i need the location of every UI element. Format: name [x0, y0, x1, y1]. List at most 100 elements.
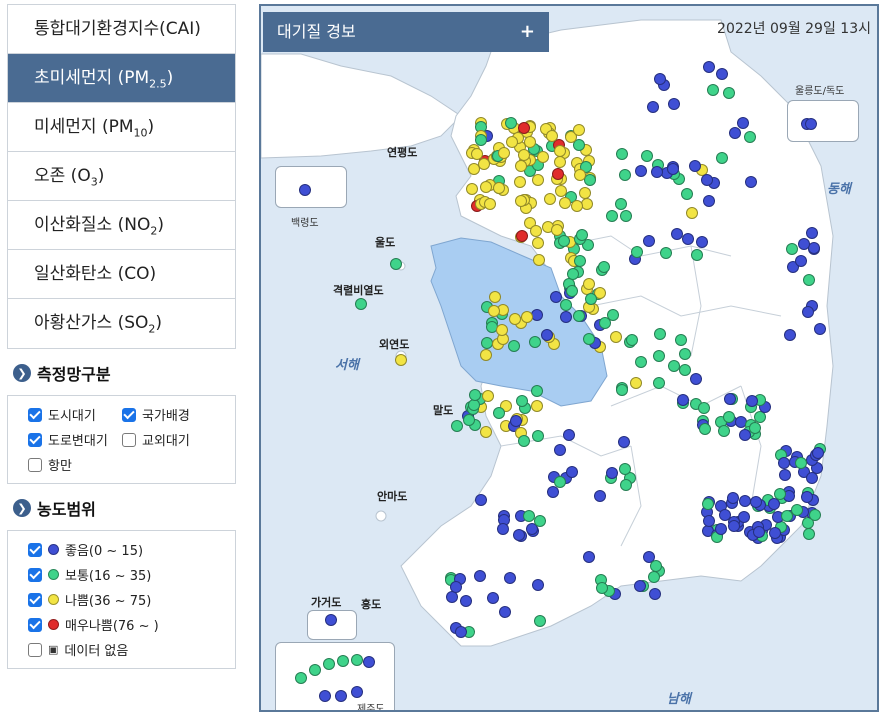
network-option-suburban[interactable]: 교외대기 [122, 427, 190, 452]
station-marker[interactable] [728, 519, 741, 532]
station-marker[interactable] [715, 68, 728, 81]
station-marker[interactable] [351, 654, 363, 666]
station-marker[interactable] [462, 414, 475, 427]
checkbox-checked[interactable] [28, 617, 42, 632]
range-option-good[interactable]: 좋음(0 ~ 15) [28, 537, 235, 562]
station-marker[interactable] [565, 284, 578, 297]
station-marker[interactable] [325, 614, 337, 626]
station-marker[interactable] [688, 159, 701, 172]
station-marker[interactable] [560, 310, 573, 323]
station-marker[interactable] [553, 444, 566, 456]
station-marker[interactable] [722, 86, 735, 99]
station-marker[interactable] [808, 508, 821, 521]
inset-ulleungdo[interactable] [787, 100, 859, 142]
station-marker[interactable] [619, 209, 632, 222]
station-marker[interactable] [606, 209, 619, 222]
station-marker[interactable] [715, 151, 728, 164]
air-quality-map[interactable]: 대기질 경보 + 2022년 09월 29일 13시 백령도 울릉도/독도 제주… [259, 4, 879, 712]
station-marker[interactable] [695, 236, 708, 249]
station-marker[interactable] [702, 497, 714, 510]
station-marker[interactable] [524, 135, 537, 148]
station-marker[interactable] [678, 363, 691, 376]
station-marker[interactable] [529, 224, 542, 237]
station-marker[interactable] [653, 328, 666, 341]
station-marker[interactable] [513, 528, 526, 541]
station-marker[interactable] [319, 690, 331, 702]
station-marker[interactable] [533, 514, 546, 527]
station-marker[interactable] [795, 456, 808, 469]
station-marker[interactable] [769, 526, 782, 539]
station-marker[interactable] [576, 228, 589, 241]
station-marker[interactable] [480, 180, 493, 193]
checkbox-checked[interactable] [28, 407, 42, 422]
station-marker[interactable] [615, 147, 628, 160]
station-marker[interactable] [723, 392, 736, 405]
station-marker[interactable] [671, 227, 684, 240]
menu-pm25[interactable]: 초미세먼지 (PM2.5) [8, 54, 235, 103]
station-marker[interactable] [578, 187, 591, 200]
station-marker[interactable] [752, 525, 765, 538]
station-marker[interactable] [803, 273, 816, 286]
menu-cai[interactable]: 통합대기환경지수(CAI) [8, 5, 235, 54]
station-marker[interactable] [553, 156, 566, 169]
station-marker[interactable] [805, 471, 818, 484]
checkbox-checked[interactable] [28, 567, 42, 582]
station-marker[interactable] [531, 237, 544, 250]
station-marker[interactable] [469, 388, 482, 401]
station-marker[interactable] [667, 97, 680, 110]
station-marker[interactable] [701, 173, 714, 186]
station-marker[interactable] [529, 335, 542, 348]
station-marker[interactable] [706, 84, 719, 97]
station-marker[interactable] [530, 385, 543, 398]
station-marker[interactable] [744, 176, 757, 189]
menu-so2[interactable]: 아황산가스 (SO2) [8, 299, 235, 348]
station-marker[interactable] [811, 446, 824, 459]
station-marker[interactable] [631, 245, 644, 258]
station-marker[interactable] [619, 478, 632, 491]
station-marker[interactable] [486, 592, 499, 605]
station-marker[interactable] [335, 690, 347, 702]
station-marker[interactable] [532, 254, 545, 267]
range-option-normal[interactable]: 보통(16 ~ 35) [28, 562, 235, 587]
station-marker[interactable] [551, 167, 564, 180]
station-marker[interactable] [584, 292, 597, 305]
station-marker[interactable] [785, 242, 798, 255]
station-marker[interactable] [449, 580, 462, 593]
station-marker[interactable] [593, 489, 606, 502]
checkbox-checked[interactable] [122, 407, 136, 422]
station-marker[interactable] [531, 173, 544, 186]
station-marker[interactable] [618, 435, 631, 448]
station-marker[interactable] [677, 393, 690, 406]
plus-icon[interactable]: + [520, 12, 535, 52]
station-marker[interactable] [390, 258, 402, 270]
station-marker[interactable] [689, 373, 702, 386]
range-option-no-data[interactable]: ▣ 데이터 없음 [28, 637, 235, 662]
station-marker[interactable] [651, 165, 664, 178]
station-marker[interactable] [565, 466, 578, 479]
station-marker[interactable] [801, 305, 814, 318]
station-marker[interactable] [790, 504, 803, 517]
station-marker[interactable] [583, 277, 596, 290]
checkbox-checked[interactable] [28, 432, 42, 447]
station-marker[interactable] [550, 223, 563, 236]
station-marker[interactable] [508, 313, 521, 325]
station-marker[interactable] [395, 354, 407, 366]
station-marker[interactable] [653, 349, 666, 362]
station-marker[interactable] [498, 146, 511, 159]
station-marker[interactable] [597, 261, 610, 273]
station-marker[interactable] [363, 656, 375, 668]
station-marker[interactable] [455, 626, 467, 638]
checkbox-unchecked[interactable] [28, 457, 42, 472]
station-marker[interactable] [459, 595, 472, 608]
station-marker[interactable] [557, 234, 570, 247]
station-marker[interactable] [699, 422, 712, 435]
alert-tab[interactable]: 대기질 경보 + [263, 12, 549, 52]
station-marker[interactable] [717, 424, 730, 437]
station-marker[interactable] [466, 183, 478, 196]
checkbox-unchecked[interactable] [28, 642, 42, 657]
network-option-roadside[interactable]: 도로변대기 [28, 427, 122, 452]
station-marker[interactable] [475, 494, 487, 506]
station-marker[interactable] [533, 614, 546, 627]
station-marker[interactable] [648, 588, 661, 601]
station-marker[interactable] [813, 322, 826, 335]
